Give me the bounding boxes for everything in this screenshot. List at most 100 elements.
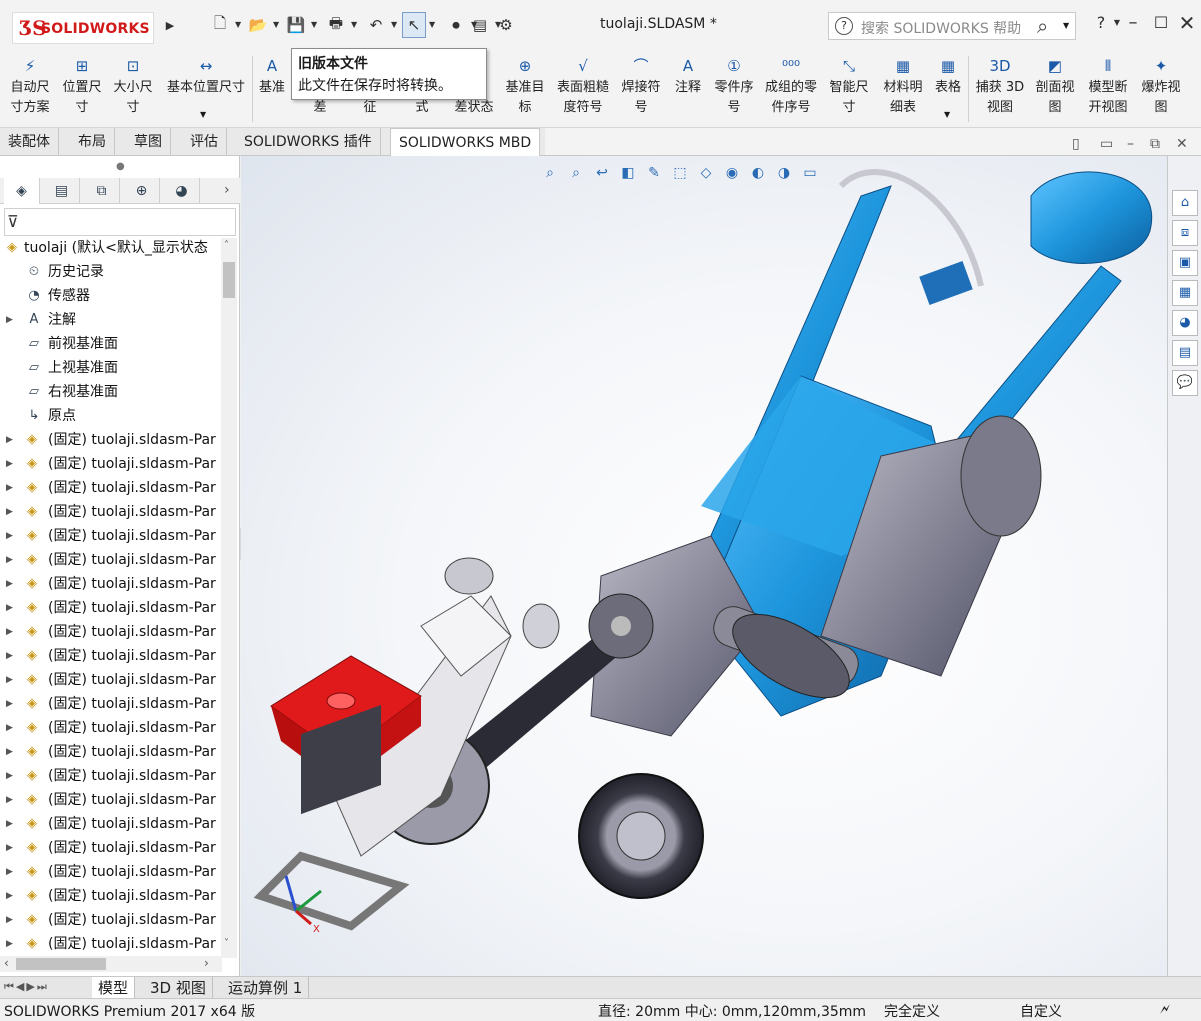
undo-button[interactable]: ↶	[364, 12, 388, 38]
save-button[interactable]: 💾	[284, 12, 308, 38]
tree-part-item[interactable]: ▶ ◈ (固定) tuolaji.sldasm-Par	[0, 932, 222, 956]
expand-arrow-icon[interactable]: ▶	[6, 476, 13, 500]
expand-arrow-icon[interactable]: ▶	[6, 524, 13, 548]
command-tab-0[interactable]: 装配体	[0, 128, 59, 156]
search-dropdown-icon[interactable]: ▼	[1063, 21, 1069, 30]
tree-part-item[interactable]: ▶ ◈ (固定) tuolaji.sldasm-Par	[0, 596, 222, 620]
custom-properties-icon[interactable]: ▤	[1172, 340, 1198, 366]
dropdown-arrow-icon[interactable]: ▼	[391, 20, 397, 29]
scroll-down-icon[interactable]: ˅	[224, 938, 229, 949]
tree-part-item[interactable]: ▶ ◈ (固定) tuolaji.sldasm-Par	[0, 524, 222, 548]
bottom-tab-2[interactable]: 运动算例 1	[222, 977, 310, 999]
tree-root-assembly[interactable]: ◈ tuolaji (默认<默认_显示状态	[0, 236, 222, 260]
ribbon-weld-symbol-button[interactable]: ⌒ 焊接符号	[616, 50, 666, 128]
ribbon-surface-finish-button[interactable]: √ 表面粗糙 度符号	[552, 50, 614, 128]
ribbon-datum-target-button[interactable]: ⊕ 基准目标	[500, 50, 550, 128]
tree-part-item[interactable]: ▶ ◈ (固定) tuolaji.sldasm-Par	[0, 884, 222, 908]
expand-arrow-icon[interactable]: ▶	[6, 428, 13, 452]
bottom-tab-0[interactable]: 模型	[92, 977, 136, 999]
tree-item[interactable]: ▱ 右视基准面	[0, 380, 222, 404]
scroll-right-icon[interactable]: ›	[204, 956, 209, 970]
tree-part-item[interactable]: ▶ ◈ (固定) tuolaji.sldasm-Par	[0, 908, 222, 932]
home-icon[interactable]: ⌂	[1172, 190, 1198, 216]
select-button[interactable]: ↖	[402, 12, 426, 38]
tree-part-item[interactable]: ▶ ◈ (固定) tuolaji.sldasm-Par	[0, 572, 222, 596]
scroll-left-icon[interactable]: ‹	[4, 956, 9, 970]
tree-part-item[interactable]: ▶ ◈ (固定) tuolaji.sldasm-Par	[0, 476, 222, 500]
tree-item[interactable]: ▱ 前视基准面	[0, 332, 222, 356]
dropdown-arrow-icon[interactable]: ▼	[273, 20, 279, 29]
dropdown-arrow-icon[interactable]: ▼	[311, 20, 317, 29]
tree-part-item[interactable]: ▶ ◈ (固定) tuolaji.sldasm-Par	[0, 860, 222, 884]
command-tab-1[interactable]: 布局	[70, 128, 115, 156]
print-button[interactable]: 🖶	[324, 12, 348, 38]
filter-icon[interactable]: ⊽	[7, 212, 19, 231]
rebuild-button[interactable]: ⏺	[444, 12, 468, 38]
expand-arrow-icon[interactable]: ▶	[6, 644, 13, 668]
dropdown-arrow-icon[interactable]: ▼	[944, 110, 950, 119]
tree-part-item[interactable]: ▶ ◈ (固定) tuolaji.sldasm-Par	[0, 764, 222, 788]
tractor-model[interactable]: X	[241, 156, 1167, 976]
tree-item[interactable]: ◔ 传感器	[0, 284, 222, 308]
close-button[interactable]: ✕	[1174, 10, 1200, 36]
panel-tabs-more-icon[interactable]: ›	[224, 182, 230, 198]
tree-part-item[interactable]: ▶ ◈ (固定) tuolaji.sldasm-Par	[0, 788, 222, 812]
file-explorer-icon[interactable]: ▣	[1172, 250, 1198, 276]
expand-arrow-icon[interactable]: ▶	[6, 836, 13, 860]
expand-arrow-icon[interactable]: ▶	[6, 932, 13, 956]
tree-item[interactable]: ↳ 原点	[0, 404, 222, 428]
panel-tab-dimxpert[interactable]: ⊕	[124, 178, 160, 204]
restore-doc-icon[interactable]: ▯	[1072, 136, 1080, 152]
options-button[interactable]: ⚙	[494, 12, 518, 38]
ribbon-location-dimension-button[interactable]: ⊞ 位置尺寸	[58, 50, 106, 128]
ribbon-smart-dimension-button[interactable]: ⤡ 智能尺寸	[822, 50, 876, 128]
tab-scroll-arrows-icon[interactable]: ⏮◀▶⏭	[4, 980, 49, 994]
tree-part-item[interactable]: ▶ ◈ (固定) tuolaji.sldasm-Par	[0, 668, 222, 692]
ribbon-note-button[interactable]: A 注释	[668, 50, 708, 128]
appearances-icon[interactable]: ◕	[1172, 310, 1198, 336]
maximize-button[interactable]: ☐	[1148, 10, 1174, 36]
ribbon-stacked-balloon-button[interactable]: ⁰⁰⁰ 成组的零 件序号	[758, 50, 824, 128]
panel-tab-property-manager[interactable]: ▤	[44, 178, 80, 204]
ribbon-auto-dimension-button[interactable]: ⚡ 自动尺 寸方案	[4, 50, 56, 128]
expand-arrow-icon[interactable]: ▶	[6, 812, 13, 836]
tree-part-item[interactable]: ▶ ◈ (固定) tuolaji.sldasm-Par	[0, 716, 222, 740]
expand-arrow-icon[interactable]: ▶	[6, 620, 13, 644]
tree-part-item[interactable]: ▶ ◈ (固定) tuolaji.sldasm-Par	[0, 428, 222, 452]
minimize-button[interactable]: –	[1120, 10, 1146, 36]
ribbon-exploded-view-button[interactable]: ✦ 爆炸视图	[1136, 50, 1186, 128]
panel-grip-icon[interactable]: ●	[116, 161, 125, 172]
dropdown-arrow-icon[interactable]: ▼	[351, 20, 357, 29]
expand-arrow-icon[interactable]: ▶	[6, 548, 13, 572]
expand-arrow-icon[interactable]: ▶	[6, 596, 13, 620]
dropdown-arrow-icon[interactable]: ▼	[200, 110, 206, 119]
expand-arrow-icon[interactable]: ▶	[6, 572, 13, 596]
forum-icon[interactable]: 💬	[1172, 370, 1198, 396]
tree-part-item[interactable]: ▶ ◈ (固定) tuolaji.sldasm-Par	[0, 548, 222, 572]
tree-item[interactable]: ▶ A 注解	[0, 308, 222, 332]
dropdown-arrow-icon[interactable]: ▼	[429, 20, 435, 29]
tree-part-item[interactable]: ▶ ◈ (固定) tuolaji.sldasm-Par	[0, 644, 222, 668]
expand-arrow-icon[interactable]: ▶	[6, 860, 13, 884]
ribbon-datum-button[interactable]: A 基准	[252, 50, 292, 128]
expand-arrow-icon[interactable]: ▶	[6, 308, 13, 332]
command-tab-5[interactable]: SOLIDWORKS MBD	[390, 128, 541, 156]
tree-part-item[interactable]: ▶ ◈ (固定) tuolaji.sldasm-Par	[0, 500, 222, 524]
graphics-area[interactable]: ⌕ ⌕ ↩ ◧ ✎ ⬚ ◇ ◉ ◐ ◑ ▭ X	[241, 156, 1167, 976]
tree-item[interactable]: ⏲ 历史记录	[0, 260, 222, 284]
expand-arrow-icon[interactable]: ▶	[6, 716, 13, 740]
bottom-tab-1[interactable]: 3D 视图	[144, 977, 213, 999]
tile-doc-icon[interactable]: ▭	[1100, 136, 1113, 152]
minimize-doc-icon[interactable]: –	[1127, 136, 1134, 152]
command-tab-4[interactable]: SOLIDWORKS 插件	[236, 128, 381, 156]
design-library-icon[interactable]: ⧈	[1172, 220, 1198, 246]
command-tab-2[interactable]: 草图	[126, 128, 171, 156]
expand-arrow-icon[interactable]: ▶	[6, 668, 13, 692]
search-input[interactable]: 搜索 SOLIDWORKS 帮助	[861, 18, 1021, 38]
tree-part-item[interactable]: ▶ ◈ (固定) tuolaji.sldasm-Par	[0, 812, 222, 836]
expand-arrow-icon[interactable]: ▶	[6, 908, 13, 932]
tree-part-item[interactable]: ▶ ◈ (固定) tuolaji.sldasm-Par	[0, 692, 222, 716]
tree-vertical-scrollbar[interactable]: ˄ ˅	[221, 238, 237, 958]
scroll-thumb[interactable]	[223, 262, 235, 298]
search-icon[interactable]: ⌕	[1037, 14, 1048, 38]
